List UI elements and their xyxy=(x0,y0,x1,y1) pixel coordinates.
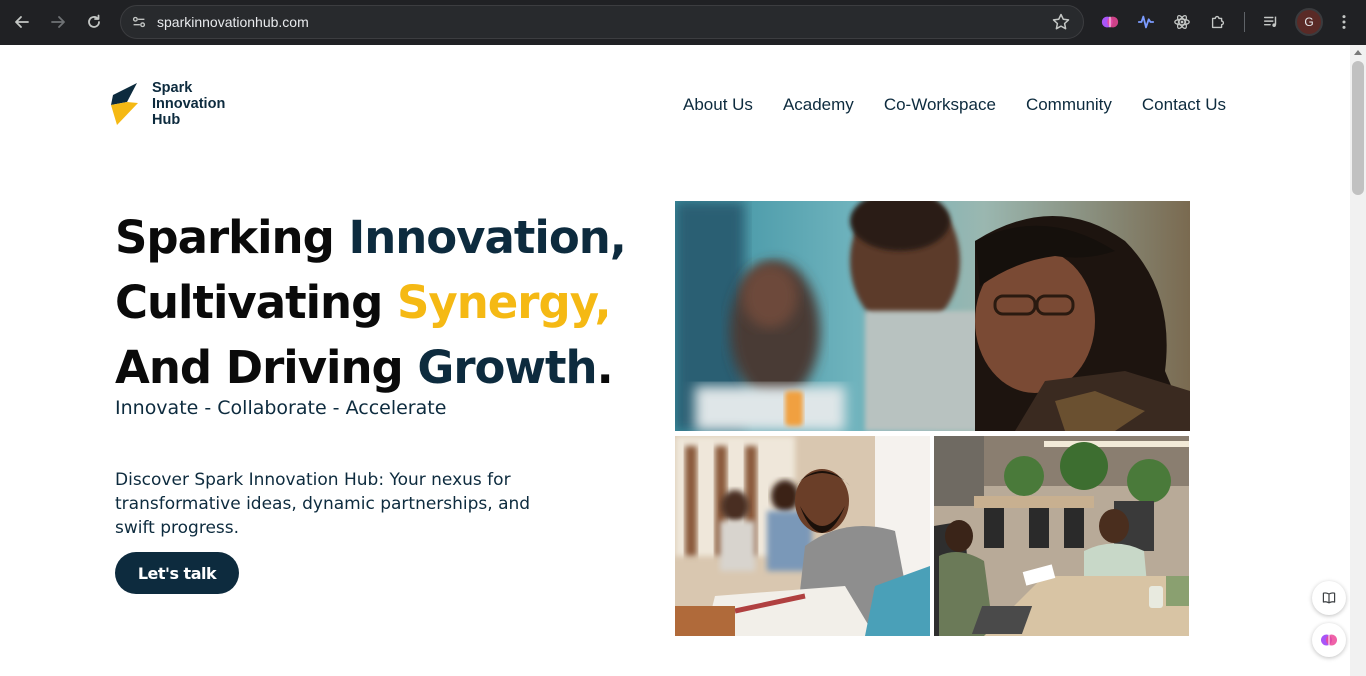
main-nav: About Us Academy Co-Workspace Community … xyxy=(683,95,1226,115)
lets-talk-button[interactable]: Let's talk xyxy=(115,552,239,594)
scrollbar-thumb[interactable] xyxy=(1352,61,1364,195)
hero-photo-main xyxy=(675,201,1190,431)
headline-highlight-innovation: Innovation, xyxy=(348,211,626,264)
address-bar[interactable]: sparkinnovationhub.com xyxy=(120,5,1084,39)
reload-icon[interactable] xyxy=(80,8,108,36)
profile-avatar[interactable]: G xyxy=(1295,8,1323,36)
headline-line-1: Sparking Innovation, xyxy=(115,205,627,270)
nav-community[interactable]: Community xyxy=(1026,95,1112,115)
spark-bolt-logo-icon xyxy=(111,83,138,125)
page-viewport: Spark Innovation Hub About Us Academy Co… xyxy=(0,45,1366,676)
headline-period: . xyxy=(596,341,614,394)
waveform-extension-icon[interactable] xyxy=(1134,10,1158,34)
site-logo[interactable]: Spark Innovation Hub xyxy=(107,80,237,129)
nav-co-workspace[interactable]: Co-Workspace xyxy=(884,95,996,115)
headline-highlight-synergy: Synergy, xyxy=(396,276,612,329)
logo-line-1: Spark xyxy=(152,80,193,96)
bookmark-star-icon[interactable] xyxy=(1051,12,1071,32)
brain-assistant-icon[interactable] xyxy=(1312,623,1346,657)
logo-line-3: Hub xyxy=(152,112,181,128)
page-scrollbar[interactable] xyxy=(1350,45,1366,676)
browser-toolbar: sparkinnovationhub.com G xyxy=(0,0,1366,45)
toolbar-divider xyxy=(1244,12,1245,32)
hero-photo-coworking xyxy=(934,436,1189,636)
headline-text: And Driving xyxy=(115,341,418,394)
site-settings-icon[interactable] xyxy=(129,12,149,32)
url-text[interactable]: sparkinnovationhub.com xyxy=(157,14,309,30)
extensions-puzzle-icon[interactable] xyxy=(1206,10,1230,34)
headline-highlight-growth: Growth xyxy=(417,341,597,394)
hero-headline: Sparking Innovation, Cultivating Synergy… xyxy=(115,205,627,400)
atom-extension-icon[interactable] xyxy=(1170,10,1194,34)
brain-extension-icon[interactable] xyxy=(1098,10,1122,34)
headline-line-3: And Driving Growth. xyxy=(115,335,626,400)
scroll-up-arrow-icon[interactable] xyxy=(1354,50,1362,55)
forward-icon[interactable] xyxy=(44,8,72,36)
headline-text: Sparking xyxy=(115,211,349,264)
media-controls-icon[interactable] xyxy=(1259,10,1283,34)
logo-line-2: Innovation xyxy=(152,96,226,112)
hero-photo-students xyxy=(675,436,930,636)
nav-about-us[interactable]: About Us xyxy=(683,95,753,115)
reading-mode-book-icon[interactable] xyxy=(1312,581,1346,615)
menu-dots-icon[interactable] xyxy=(1332,10,1356,34)
nav-academy[interactable]: Academy xyxy=(783,95,854,115)
nav-contact-us[interactable]: Contact Us xyxy=(1142,95,1226,115)
logo-wordmark: Spark Innovation Hub xyxy=(152,80,225,128)
hero-tagline: Innovate - Collaborate - Accelerate xyxy=(115,397,447,419)
headline-text: Cultivating xyxy=(115,276,397,329)
hero-description: Discover Spark Innovation Hub: Your nexu… xyxy=(115,470,531,538)
back-icon[interactable] xyxy=(8,8,36,36)
headline-line-2: Cultivating Synergy, xyxy=(115,270,626,335)
